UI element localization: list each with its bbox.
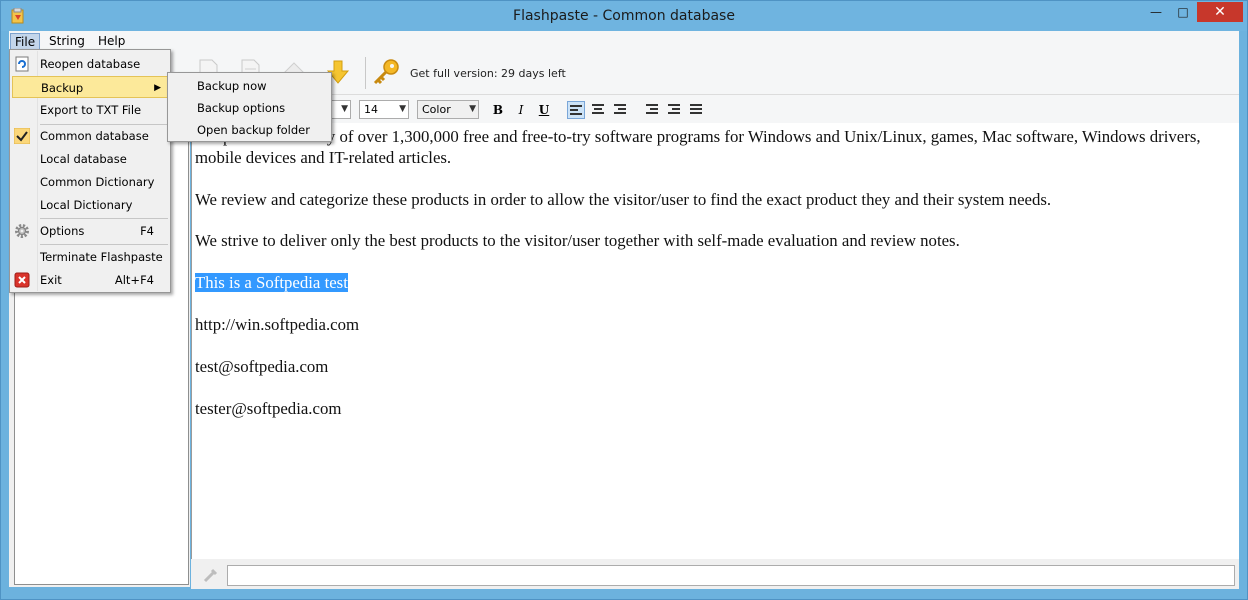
selected-text: This is a Softpedia test: [195, 273, 348, 293]
menu-item-common-dictionary[interactable]: Common Dictionary: [12, 171, 168, 193]
align-right-icon: [614, 104, 626, 114]
reopen-database-icon: [15, 56, 29, 72]
editor-paragraph: We strive to deliver only the best produ…: [195, 231, 960, 251]
italic-button[interactable]: I: [512, 101, 530, 119]
minimize-button[interactable]: —: [1143, 2, 1169, 22]
menu-bar: File String Help: [9, 31, 1239, 51]
align-left-icon: [570, 105, 582, 115]
menu-item-export-txt[interactable]: Export to TXT File: [12, 99, 168, 121]
increase-indent-button[interactable]: [665, 101, 683, 119]
bottom-bar: [191, 559, 1239, 589]
menu-item-backup-now[interactable]: Backup now: [170, 75, 329, 97]
font-size-combo[interactable]: 14 ▼: [359, 100, 409, 119]
font-size-value: 14: [364, 103, 378, 116]
options-shortcut: F4: [140, 224, 154, 238]
title-bar: Flashpaste - Common database — □ ✕: [1, 1, 1247, 31]
exit-icon: [14, 272, 30, 288]
menu-item-common-database[interactable]: Common database: [12, 125, 168, 147]
quick-input-field[interactable]: [227, 565, 1235, 586]
submenu-arrow-icon: ▶: [154, 83, 161, 93]
text-editor[interactable]: Softpedia is a library of over 1,300,000…: [191, 123, 1239, 559]
checkmark-icon: [14, 128, 30, 144]
menu-item-backup[interactable]: Backup ▶: [12, 76, 168, 98]
color-combo[interactable]: Color ▼: [417, 100, 479, 119]
editor-line: test@softpedia.com: [195, 356, 329, 376]
outdent-icon: [646, 104, 658, 114]
menu-item-options[interactable]: Options F4: [12, 220, 168, 242]
key-icon[interactable]: [371, 57, 401, 87]
gear-icon: [15, 224, 29, 238]
backup-submenu: Backup now Backup options Open backup fo…: [167, 72, 332, 142]
full-version-promo[interactable]: Get full version: 29 days left: [410, 67, 566, 80]
editor-line: This is a Softpedia test: [195, 273, 1236, 294]
bold-button[interactable]: B: [489, 101, 507, 119]
menu-separator: [40, 244, 168, 245]
editor-paragraph: Softpedia is a library of over 1,300,000…: [195, 127, 1201, 167]
toolbar-separator: [365, 57, 366, 89]
menu-item-terminate[interactable]: Terminate Flashpaste: [12, 246, 168, 268]
menu-item-backup-options[interactable]: Backup options: [170, 97, 329, 119]
align-center-icon: [592, 104, 604, 114]
bullet-list-button[interactable]: [687, 101, 705, 119]
menu-file[interactable]: File: [10, 33, 41, 50]
menu-item-exit[interactable]: Exit Alt+F4: [12, 269, 168, 291]
indent-icon: [668, 104, 680, 114]
close-button[interactable]: ✕: [1197, 2, 1243, 22]
editor-line: tester@softpedia.com: [195, 398, 342, 418]
align-left-button[interactable]: [567, 101, 585, 119]
decrease-indent-button[interactable]: [643, 101, 661, 119]
file-menu-dropdown: Reopen database Backup ▶ Export to TXT F…: [9, 49, 171, 293]
menu-string[interactable]: String: [45, 33, 89, 50]
editor-paragraph: We review and categorize these products …: [195, 189, 1052, 209]
menu-help[interactable]: Help: [94, 33, 129, 50]
tools-icon[interactable]: [203, 567, 219, 583]
align-right-button[interactable]: [611, 101, 629, 119]
color-label: Color: [422, 103, 451, 116]
window-title: Flashpaste - Common database: [513, 8, 735, 24]
menu-item-local-dictionary[interactable]: Local Dictionary: [12, 194, 168, 216]
exit-shortcut: Alt+F4: [114, 273, 154, 287]
menu-item-local-database[interactable]: Local database: [12, 148, 168, 170]
app-window: Flashpaste - Common database — □ ✕ File …: [0, 0, 1248, 600]
underline-button[interactable]: U: [535, 101, 553, 119]
menu-item-reopen-database[interactable]: Reopen database: [12, 53, 168, 75]
menu-separator: [40, 218, 168, 219]
menu-item-open-backup-folder[interactable]: Open backup folder: [170, 119, 329, 141]
editor-line: http://win.softpedia.com: [195, 314, 360, 334]
maximize-button[interactable]: □: [1170, 2, 1196, 22]
bullet-list-icon: [690, 104, 702, 114]
align-center-button[interactable]: [589, 101, 607, 119]
format-bar: ▼ 14 ▼ Color ▼ B I U: [191, 95, 1239, 123]
